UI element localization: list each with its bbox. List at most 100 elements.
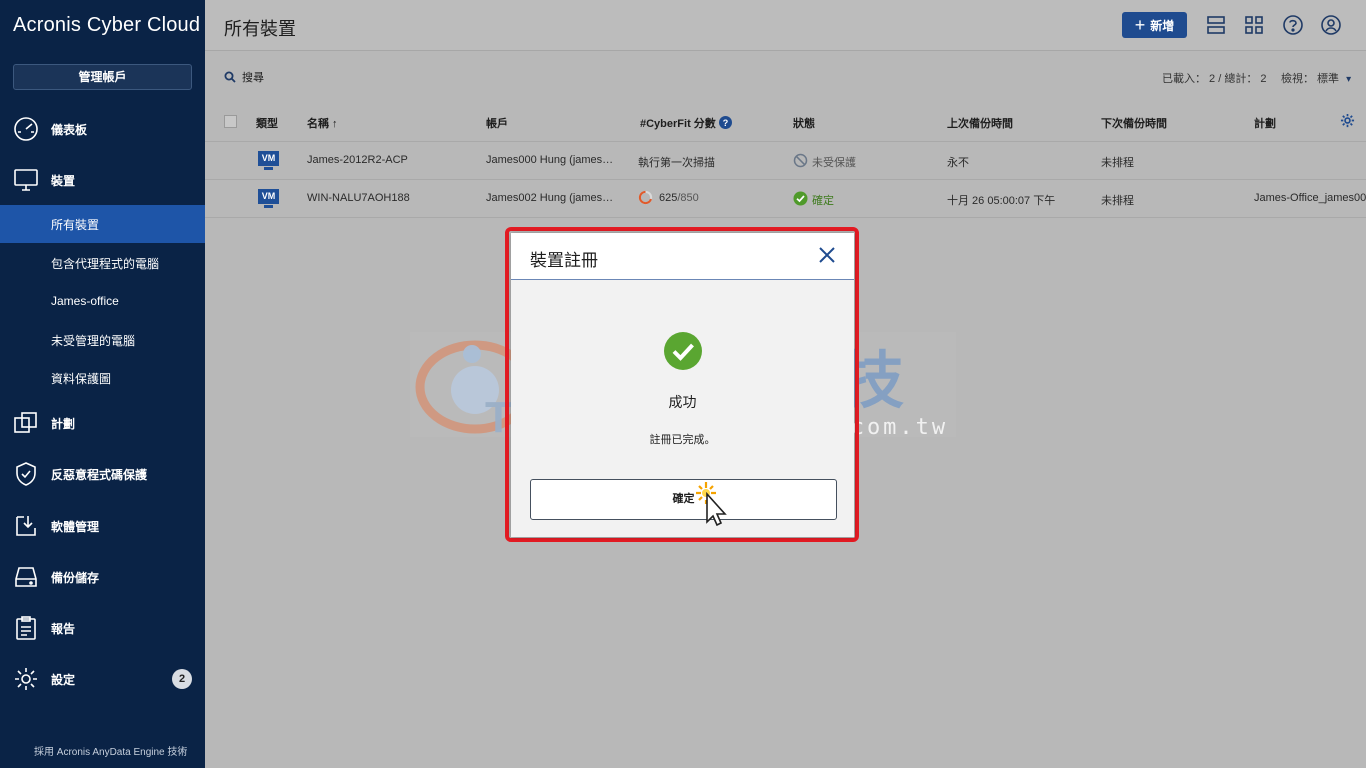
software-icon <box>16 516 36 536</box>
view-selector[interactable]: 檢視： 標準 ▾ <box>1281 70 1351 86</box>
sidebar-item-settings[interactable]: 設定 2 <box>0 659 205 699</box>
sidebar-subitem-label: James-office <box>51 294 119 308</box>
sidebar-subitem-all-devices[interactable]: 所有裝置 <box>0 205 205 243</box>
cyberfit-score-ring <box>638 190 653 205</box>
svg-text:?: ? <box>723 118 729 128</box>
cyberfit-score[interactable]: 執行第一次掃描 <box>638 154 715 170</box>
sidebar-item-label: 報告 <box>51 621 76 636</box>
view-selector-label: 檢視： 標準 <box>1281 73 1340 85</box>
devices-table: 類型 名稱 ↑ 帳戶 #CyberFit 分數 ? 狀態 上次備份時間 下次備份… <box>205 102 1366 218</box>
sidebar-item-software[interactable]: 軟體管理 <box>0 506 205 546</box>
search-label: 搜尋 <box>242 72 264 84</box>
notification-badge: 2 <box>172 669 192 689</box>
next-backup: 未排程 <box>1101 157 1134 169</box>
table-header: 類型 名稱 ↑ 帳戶 #CyberFit 分數 ? 狀態 上次備份時間 下次備份… <box>205 102 1366 142</box>
sidebar-subitem-unmanaged[interactable]: 未受管理的電腦 <box>0 321 205 359</box>
gear-icon[interactable] <box>1340 113 1355 128</box>
sidebar-subitem-machines-with-agents[interactable]: 包含代理程式的電腦 <box>0 244 205 282</box>
column-header-status[interactable]: 狀態 <box>793 115 815 131</box>
brand-logo: Acronis Cyber Cloud <box>13 14 201 36</box>
toolbar: 搜尋 已載入： 2 / 總計： 2 檢視： 標準 ▾ <box>205 52 1366 102</box>
sidebar-item-label: 計劃 <box>51 416 76 431</box>
list-view-icon[interactable] <box>1205 14 1227 36</box>
sidebar-item-devices[interactable]: 裝置 <box>0 160 205 200</box>
sidebar-item-label: 備份儲存 <box>51 570 100 585</box>
powered-by-text: 採用 Acronis AnyData Engine 技術 <box>34 747 188 758</box>
sidebar-subitem-label: 資料保護圖 <box>51 371 112 386</box>
table-row[interactable]: VM WIN-NALU7AOH188 James002 Hung (james…… <box>205 180 1366 218</box>
sidebar-subitem-data-protection-map[interactable]: 資料保護圖 <box>0 359 205 397</box>
plus-icon: + <box>1134 15 1146 35</box>
sidebar-item-label: 裝置 <box>51 173 76 188</box>
last-backup: 十月 26 05:00:07 下午 <box>947 195 1056 207</box>
sidebar: Acronis Cyber Cloud 管理帳戶 儀表板 裝置 所有裝置 包含代… <box>0 0 205 768</box>
device-account: James002 Hung (james… <box>486 192 614 204</box>
device-name[interactable]: WIN-NALU7AOH188 <box>307 192 410 204</box>
cyberfit-header-label: #CyberFit 分數 <box>640 118 716 130</box>
storage-icon <box>15 567 37 587</box>
add-button-label: 新增 <box>1150 18 1175 33</box>
column-header-type[interactable]: 類型 <box>256 115 278 131</box>
cyberfit-score-value: 625 <box>659 192 678 204</box>
dashboard-icon <box>14 117 38 141</box>
device-plan: James-Office_james00 <box>1254 192 1366 204</box>
close-icon[interactable] <box>818 246 836 264</box>
sidebar-item-backup-storage[interactable]: 備份儲存 <box>0 557 205 597</box>
plans-icon <box>14 412 37 433</box>
page-title: 所有裝置 <box>224 19 296 39</box>
device-name[interactable]: James-2012R2-ACP <box>307 154 408 166</box>
sidebar-subitem-james-office[interactable]: James-office <box>0 282 205 320</box>
search-box[interactable]: 搜尋 <box>224 69 264 85</box>
grid-view-icon[interactable] <box>1243 14 1265 36</box>
column-header-account[interactable]: 帳戶 <box>486 115 508 131</box>
vm-icon: VM <box>258 189 279 208</box>
page-header: 所有裝置 + 新增 <box>205 0 1366 51</box>
cyberfit-score[interactable]: 625/850 <box>659 192 699 204</box>
success-check-icon <box>664 332 702 370</box>
sidebar-item-antimalware[interactable]: 反惡意程式碼保護 <box>0 454 205 494</box>
ok-button[interactable]: 確定 <box>530 479 837 520</box>
sidebar-item-label: 反惡意程式碼保護 <box>51 467 148 482</box>
column-header-name[interactable]: 名稱 ↑ <box>307 115 338 131</box>
table-row[interactable]: VM James-2012R2-ACP James000 Hung (james… <box>205 142 1366 180</box>
gear-icon <box>15 668 37 690</box>
column-header-next-backup[interactable]: 下次備份時間 <box>1101 115 1167 131</box>
search-icon <box>224 71 236 83</box>
success-text: 成功 <box>668 394 697 410</box>
user-account-icon[interactable] <box>1320 14 1342 36</box>
sidebar-item-label: 設定 <box>51 672 76 687</box>
loaded-count: 已載入： 2 / 總計： 2 <box>1162 73 1267 85</box>
device-registration-dialog: 裝置註冊 成功 註冊已完成。 確定 <box>511 233 854 537</box>
vm-icon: VM <box>258 151 279 170</box>
next-backup: 未排程 <box>1101 195 1134 207</box>
sidebar-item-label: 儀表板 <box>51 122 88 137</box>
dialog-header: 裝置註冊 <box>511 233 854 280</box>
add-button[interactable]: + 新增 <box>1122 12 1187 38</box>
help-icon[interactable] <box>1282 14 1304 36</box>
sidebar-item-dashboard[interactable]: 儀表板 <box>0 109 205 149</box>
last-backup: 永不 <box>947 157 969 169</box>
check-circle-icon <box>793 191 808 206</box>
sidebar-subitem-label: 未受管理的電腦 <box>51 333 136 348</box>
help-icon[interactable]: ? <box>718 116 732 129</box>
select-all-checkbox[interactable] <box>224 115 237 128</box>
manage-account-button[interactable]: 管理帳戶 <box>13 64 192 90</box>
registration-message: 註冊已完成。 <box>649 434 716 446</box>
chevron-down-icon: ▾ <box>1346 74 1352 85</box>
not-protected-icon <box>793 153 808 168</box>
sidebar-item-plans[interactable]: 計劃 <box>0 403 205 443</box>
device-account: James000 Hung (james… <box>486 154 614 166</box>
sidebar-item-reports[interactable]: 報告 <box>0 608 205 648</box>
mouse-cursor-icon <box>696 482 727 526</box>
dialog-title: 裝置註冊 <box>530 251 598 270</box>
sidebar-item-label: 軟體管理 <box>51 519 100 534</box>
column-header-plan[interactable]: 計劃 <box>1254 115 1276 131</box>
monitor-icon <box>14 169 38 191</box>
sidebar-subitem-label: 包含代理程式的電腦 <box>51 256 160 271</box>
column-header-cyberfit[interactable]: #CyberFit 分數 ? <box>640 115 732 131</box>
column-header-last-backup[interactable]: 上次備份時間 <box>947 115 1013 131</box>
shield-icon <box>16 462 36 486</box>
device-status: 未受保護 <box>812 157 856 169</box>
cyberfit-score-max: /850 <box>677 192 699 204</box>
report-icon <box>16 616 36 640</box>
